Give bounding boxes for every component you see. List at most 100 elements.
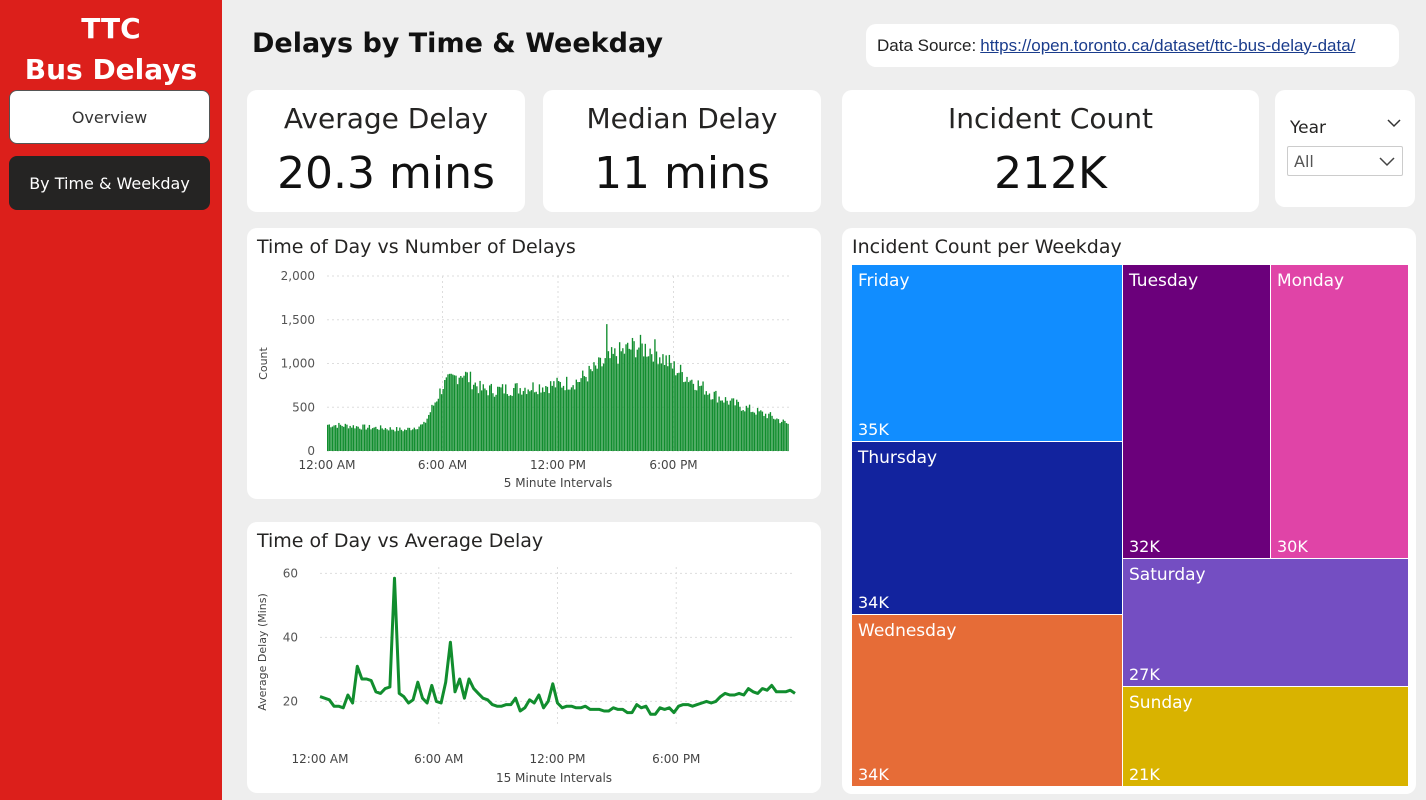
bar (639, 334, 642, 451)
bar (676, 373, 679, 451)
bar (787, 423, 789, 451)
nav-by-time-weekday-button[interactable]: By Time & Weekday (9, 156, 210, 210)
bar (755, 414, 757, 451)
bar (506, 394, 509, 451)
bar (702, 381, 704, 451)
bar (452, 374, 454, 451)
bar (636, 349, 638, 451)
bar (455, 375, 457, 451)
page-title: Delays by Time & Weekday (252, 28, 663, 59)
treemap-label: Sunday (1129, 693, 1193, 713)
bar (620, 351, 622, 451)
chevron-down-icon[interactable] (1387, 118, 1401, 128)
bar (476, 386, 478, 451)
bar (697, 380, 699, 451)
bar (371, 428, 374, 451)
kpi-label: Incident Count (948, 102, 1153, 135)
bar (651, 354, 653, 451)
bar (635, 357, 637, 451)
treemap-cell-saturday[interactable]: Saturday 27K (1123, 559, 1408, 686)
bar (418, 426, 420, 451)
bar (644, 343, 646, 451)
bar (737, 401, 740, 451)
bar (747, 407, 749, 451)
bar (671, 368, 674, 451)
bar (692, 383, 695, 451)
bar-chart-card: Time of Day vs Number of Delays 0 500 1,00… (247, 228, 821, 499)
year-dropdown[interactable]: All (1287, 146, 1403, 176)
bar (618, 342, 621, 451)
nav-overview-button[interactable]: Overview (9, 90, 210, 144)
bar (623, 353, 626, 451)
bar (699, 386, 701, 451)
bar (527, 389, 529, 451)
line-chart: 20 40 60 12:00 AM 6:00 AM 12:00 PM 6:00 PM 15… (256, 566, 796, 785)
bar (489, 385, 491, 451)
bar (585, 376, 587, 451)
bar (574, 389, 576, 451)
bar (533, 392, 536, 451)
bar (420, 424, 422, 451)
bar (655, 351, 658, 451)
data-source-label: Data Source: (877, 35, 977, 55)
treemap-cell-thursday[interactable]: Thursday 34K (852, 442, 1122, 614)
bar (543, 391, 545, 451)
bar (785, 423, 788, 451)
bar (703, 394, 706, 451)
treemap-cell-tuesday[interactable]: Tuesday 32K (1123, 265, 1270, 558)
bar (694, 389, 696, 451)
bar (495, 394, 497, 451)
bar (652, 361, 655, 451)
bar (683, 382, 685, 451)
bar (554, 387, 557, 451)
treemap-cell-sunday[interactable]: Sunday 21K (1123, 687, 1408, 786)
bar (622, 348, 624, 451)
treemap-cell-wednesday[interactable]: Wednesday 34K (852, 615, 1122, 786)
bar (586, 381, 589, 451)
bar (649, 348, 651, 451)
bar (423, 421, 425, 451)
treemap-value: 30K (1277, 537, 1308, 556)
bar (684, 381, 687, 451)
bar (710, 399, 712, 451)
data-source-link[interactable]: https://open.toronto.ca/dataset/ttc-bus-… (980, 36, 1355, 56)
bar (679, 364, 682, 451)
y-tick-label: 500 (292, 400, 315, 414)
bar (583, 376, 586, 451)
bar (362, 424, 364, 451)
bar (428, 414, 430, 451)
bar (386, 429, 388, 451)
bar (689, 380, 691, 451)
bar (472, 384, 475, 451)
bar (678, 372, 680, 451)
bar (732, 398, 735, 451)
bar (511, 395, 513, 451)
bar (681, 372, 683, 451)
bar (715, 390, 717, 451)
bar (596, 368, 598, 451)
bar (548, 393, 550, 451)
bar (766, 418, 768, 451)
bar (761, 411, 764, 451)
bar (663, 365, 666, 451)
bar (448, 373, 451, 451)
bar (782, 419, 784, 451)
bar (463, 375, 465, 451)
bar (529, 391, 531, 451)
bar (569, 389, 571, 451)
treemap-cell-friday[interactable]: Friday 35K (852, 265, 1122, 441)
bar (718, 396, 720, 451)
bar (752, 411, 754, 451)
bar (434, 402, 436, 451)
bar (537, 394, 539, 451)
bar (416, 429, 419, 451)
y-tick-label: 0 (307, 444, 315, 458)
bar (731, 398, 733, 451)
x-tick-label: 6:00 AM (418, 458, 467, 472)
x-tick-label: 12:00 AM (299, 458, 356, 472)
bar (335, 425, 337, 451)
treemap-cell-monday[interactable]: Monday 30K (1271, 265, 1408, 558)
bar (383, 429, 385, 451)
bar (387, 430, 390, 451)
bar (577, 382, 579, 451)
